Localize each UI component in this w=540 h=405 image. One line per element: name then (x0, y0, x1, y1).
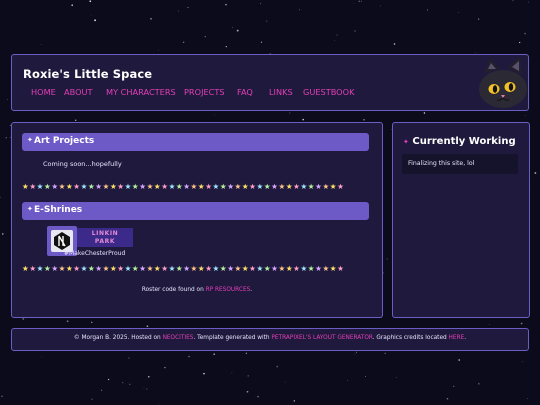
nav-my-characters[interactable]: MY CHARACTERS (106, 87, 176, 97)
currently-working-item: Finalizing this site, lol (408, 160, 475, 167)
footer-copyright: © Morgan B. 2025. Hosted on (73, 335, 163, 341)
art-projects-text: Coming soon...hopefully (43, 160, 122, 168)
rp-resources-link[interactable]: RP RESOURCES (206, 287, 251, 293)
site-title: Roxie's Little Space (23, 67, 153, 81)
section-header-art-projects: ✦ Art Projects (22, 133, 369, 151)
nav-links[interactable]: LINKS (269, 87, 293, 97)
layout-generator-link[interactable]: PETRAPIXEL'S LAYOUT GENERATOR (271, 335, 372, 341)
footer-text-4: . (464, 335, 467, 341)
roster-suffix: . (250, 287, 253, 293)
site-footer: © Morgan B. 2025. Hosted on NEOCITIES. T… (11, 328, 529, 351)
sidebar-heading-text: Currently Working (412, 136, 516, 147)
nav-home[interactable]: HOME (31, 87, 56, 97)
shrine-line1: LINKIN (91, 230, 119, 237)
linkin-park-logo-icon (54, 232, 70, 250)
shrine-hashtag: #MakeChesterProud (64, 250, 126, 257)
nav-about[interactable]: ABOUT (64, 87, 93, 97)
neocities-link[interactable]: NEOCITIES (163, 335, 194, 341)
nav-projects[interactable]: PROJECTS (184, 87, 225, 97)
site-header: Roxie's Little Space HOME ABOUT MY CHARA… (11, 54, 529, 111)
nav-faq[interactable]: FAQ (237, 87, 253, 97)
footer-text-2: . Template generated with (193, 335, 272, 341)
footer-text: © Morgan B. 2025. Hosted on NEOCITIES. T… (12, 335, 528, 341)
nav-guestbook[interactable]: GUESTBOOK (303, 87, 354, 97)
roster-prefix: Roster code found on (141, 287, 206, 293)
footer-text-3: . Graphics credits located (372, 335, 449, 341)
pastel-star-divider: ★★★★★★★★★★★★★★★★★★★★★★★★★★★★★★★★★★★★★★★★… (22, 182, 345, 191)
star-icon: ✦ (403, 138, 409, 146)
sidebar: ✦ Currently Working Finalizing this site… (392, 122, 530, 318)
section-header-eshrines: ✦ E-Shrines (22, 202, 369, 220)
sidebar-heading: ✦ Currently Working (403, 136, 516, 147)
shrine-banner: LINKIN PARK (77, 228, 133, 247)
star-icon: ✦ (27, 205, 33, 213)
roster-credit: Roster code found on RP RESOURCES. (12, 287, 382, 293)
main-content: ✦ Art Projects Coming soon...hopefully ★… (11, 122, 383, 318)
graphics-credits-link[interactable]: HERE (449, 335, 465, 341)
star-icon: ✦ (27, 136, 33, 144)
black-cat-icon (479, 57, 527, 108)
shrine-line2: PARK (94, 238, 116, 245)
pastel-star-divider: ★★★★★★★★★★★★★★★★★★★★★★★★★★★★★★★★★★★★★★★★… (22, 264, 345, 273)
currently-working-box: Finalizing this site, lol (402, 154, 518, 174)
section-title: E-Shrines (34, 205, 83, 215)
section-title: Art Projects (34, 136, 95, 146)
